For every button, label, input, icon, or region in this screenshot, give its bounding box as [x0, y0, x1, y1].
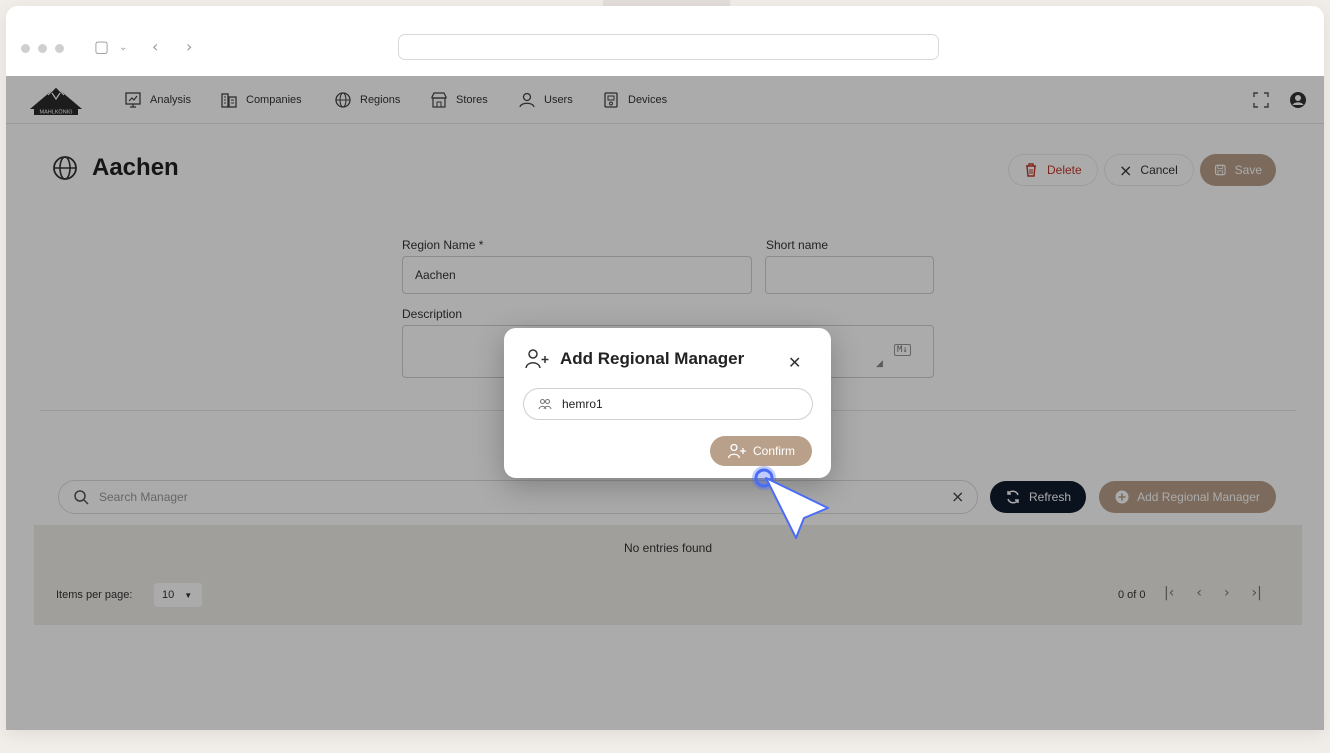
dialog-header: Add Regional Manager [524, 348, 744, 370]
forward-icon[interactable]: › [186, 37, 192, 56]
add-user-icon [727, 443, 746, 459]
chevron-down-icon[interactable]: ⌄ [119, 42, 127, 53]
close-icon[interactable]: ✕ [788, 353, 801, 372]
manager-user-input[interactable]: hemro1 [523, 388, 813, 420]
window-close-dot[interactable] [21, 44, 30, 53]
confirm-button-label: Confirm [752, 444, 795, 458]
pointer-cursor-icon [752, 466, 829, 539]
back-icon[interactable]: ‹ [152, 37, 158, 56]
browser-chrome: ▢ ⌄ ‹ › [6, 6, 1324, 76]
address-bar[interactable] [398, 34, 939, 60]
window-minimize-dot[interactable] [38, 44, 47, 53]
sidebar-toggle-icon[interactable]: ▢ [94, 37, 109, 56]
add-regional-manager-dialog: Add Regional Manager ✕ hemro1 Confirm [504, 328, 831, 478]
dialog-title: Add Regional Manager [560, 349, 745, 368]
add-user-icon [525, 349, 549, 369]
users-icon [538, 398, 552, 410]
manager-user-value: hemro1 [562, 397, 603, 411]
window-zoom-dot[interactable] [55, 44, 64, 53]
